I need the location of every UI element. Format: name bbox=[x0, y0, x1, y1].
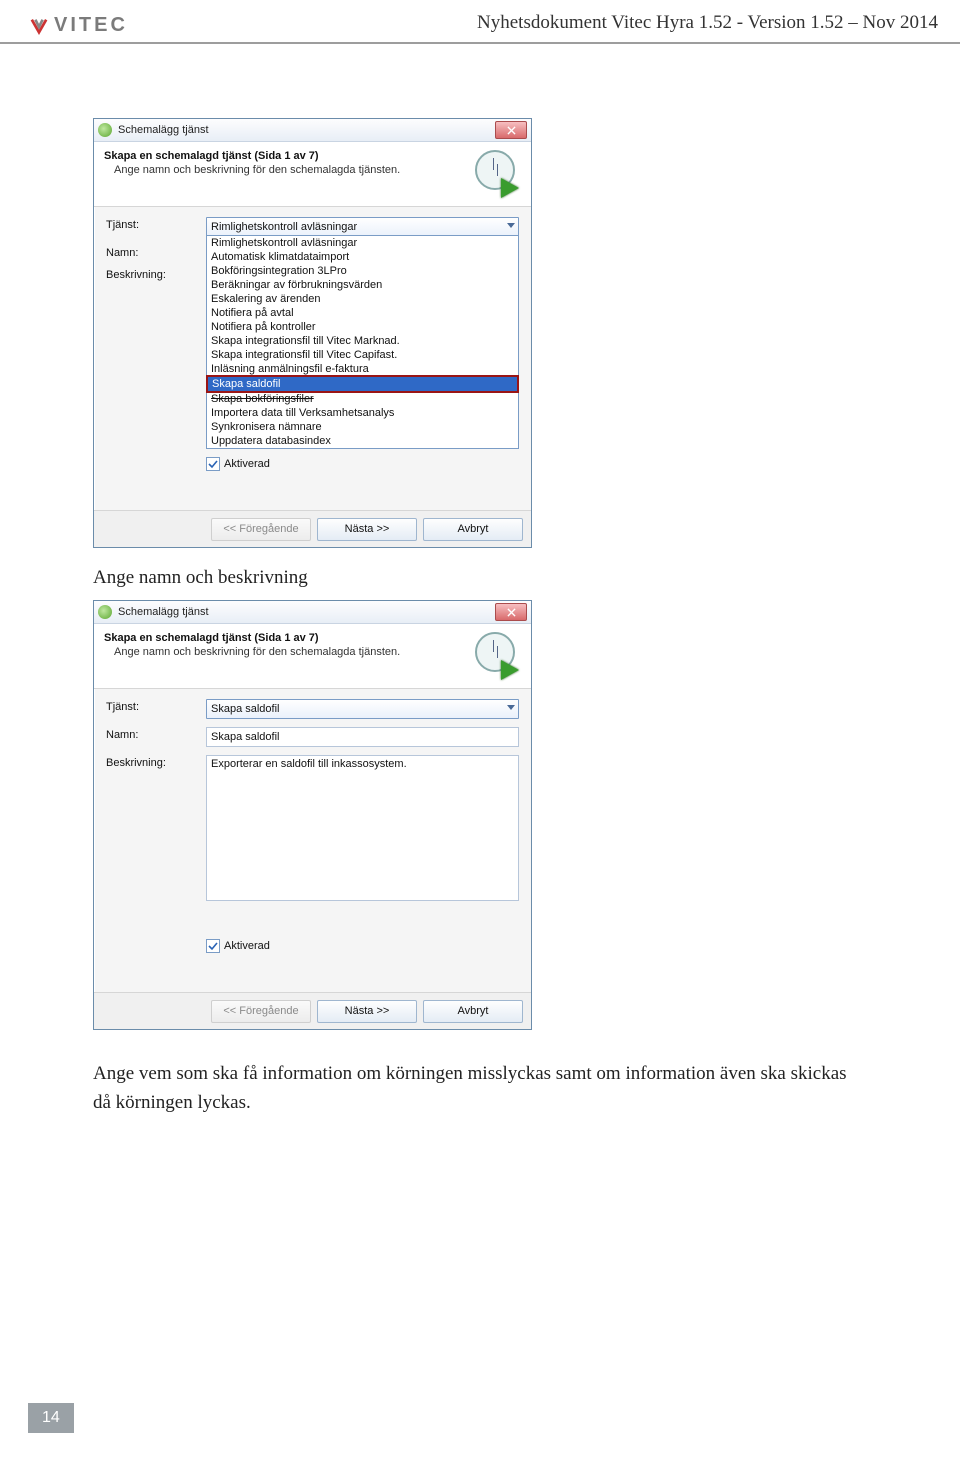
dropdown-item[interactable]: Eskalering av ärenden bbox=[207, 292, 518, 306]
schedule-service-dialog-2: Schemalägg tjänst Skapa en schemalagd tj… bbox=[93, 600, 532, 1030]
cancel-button[interactable]: Avbryt bbox=[423, 518, 523, 541]
dialog-footer: << Föregående Nästa >> Avbryt bbox=[94, 992, 531, 1029]
dialog-subheading: Ange namn och beskrivning för den schema… bbox=[114, 164, 469, 176]
description-label: Beskrivning: bbox=[106, 755, 206, 901]
dropdown-item[interactable]: Synkronisera nämnare bbox=[207, 420, 518, 434]
service-combobox[interactable]: Rimlighetskontroll avläsningar bbox=[206, 217, 519, 237]
schedule-service-dialog-1: Schemalägg tjänst Skapa en schemalagd tj… bbox=[93, 118, 532, 548]
dialog-subheading: Ange namn och beskrivning för den schema… bbox=[114, 646, 469, 658]
page-header: VITEC Nyhetsdokument Vitec Hyra 1.52 - V… bbox=[0, 8, 960, 44]
check-icon bbox=[208, 459, 218, 469]
dropdown-item[interactable]: Beräkningar av förbrukningsvärden bbox=[207, 278, 518, 292]
service-combobox[interactable]: Skapa saldofil bbox=[206, 699, 519, 719]
check-icon bbox=[208, 941, 218, 951]
dropdown-item[interactable]: Notifiera på kontroller bbox=[207, 320, 518, 334]
dropdown-item-selected[interactable]: Skapa saldofil bbox=[208, 377, 517, 391]
close-icon bbox=[507, 608, 516, 617]
dropdown-item[interactable]: Inläsning anmälningsfil e-faktura bbox=[207, 362, 518, 376]
chevron-down-icon bbox=[507, 223, 515, 228]
name-input-value: Skapa saldofil bbox=[211, 731, 280, 743]
activated-label: Aktiverad bbox=[224, 458, 270, 470]
service-dropdown-list[interactable]: Rimlighetskontroll avläsningar Automatis… bbox=[206, 235, 519, 449]
dropdown-item[interactable]: Uppdatera databasindex bbox=[207, 434, 518, 448]
dialog-heading: Skapa en schemalagd tjänst (Sida 1 av 7) bbox=[104, 632, 469, 644]
dialog-title: Schemalägg tjänst bbox=[118, 606, 209, 618]
activated-label: Aktiverad bbox=[224, 940, 270, 952]
name-label: Namn: bbox=[106, 245, 206, 259]
service-label: Tjänst: bbox=[106, 699, 206, 719]
task-icon bbox=[98, 605, 112, 619]
previous-button: << Föregående bbox=[211, 518, 311, 541]
previous-button: << Föregående bbox=[211, 1000, 311, 1023]
dropdown-item[interactable]: Automatisk klimatdataimport bbox=[207, 250, 518, 264]
name-input[interactable]: Skapa saldofil bbox=[206, 727, 519, 747]
description-label: Beskrivning: bbox=[106, 267, 206, 281]
dialog-heading: Skapa en schemalagd tjänst (Sida 1 av 7) bbox=[104, 150, 469, 162]
vitec-logo-icon bbox=[30, 17, 48, 35]
dropdown-item[interactable]: Skapa integrationsfil till Vitec Marknad… bbox=[207, 334, 518, 348]
close-button[interactable] bbox=[495, 121, 527, 139]
dialog-header-panel: Skapa en schemalagd tjänst (Sida 1 av 7)… bbox=[94, 624, 531, 689]
close-button[interactable] bbox=[495, 603, 527, 621]
page-header-title: Nyhetsdokument Vitec Hyra 1.52 - Version… bbox=[477, 12, 938, 34]
cancel-button[interactable]: Avbryt bbox=[423, 1000, 523, 1023]
schedule-clock-icon bbox=[469, 632, 521, 678]
name-label: Namn: bbox=[106, 727, 206, 747]
vitec-logo: VITEC bbox=[30, 14, 128, 37]
next-button[interactable]: Nästa >> bbox=[317, 1000, 417, 1023]
service-combobox-value: Skapa saldofil bbox=[211, 703, 280, 715]
dropdown-item[interactable]: Bokföringsintegration 3LPro bbox=[207, 264, 518, 278]
dropdown-item[interactable]: Rimlighetskontroll avläsningar bbox=[207, 236, 518, 250]
schedule-clock-icon bbox=[469, 150, 521, 196]
dialog-footer: << Föregående Nästa >> Avbryt bbox=[94, 510, 531, 547]
next-button[interactable]: Nästa >> bbox=[317, 518, 417, 541]
dialog-header-panel: Skapa en schemalagd tjänst (Sida 1 av 7)… bbox=[94, 142, 531, 207]
chevron-down-icon bbox=[507, 705, 515, 710]
dropdown-item[interactable]: Skapa bokföringsfiler bbox=[207, 392, 518, 406]
caption-1: Ange namn och beskrivning bbox=[93, 567, 308, 589]
dialog-titlebar[interactable]: Schemalägg tjänst bbox=[94, 601, 531, 624]
vitec-logo-text: VITEC bbox=[54, 14, 128, 37]
dialog-title: Schemalägg tjänst bbox=[118, 124, 209, 136]
service-label: Tjänst: bbox=[106, 217, 206, 237]
close-icon bbox=[507, 126, 516, 135]
dropdown-item[interactable]: Skapa integrationsfil till Vitec Capifas… bbox=[207, 348, 518, 362]
task-icon bbox=[98, 123, 112, 137]
activated-checkbox[interactable]: Aktiverad bbox=[206, 939, 270, 953]
description-textarea[interactable]: Exporterar en saldofil till inkassosyste… bbox=[206, 755, 519, 901]
activated-checkbox[interactable]: Aktiverad bbox=[206, 457, 270, 471]
page-number: 14 bbox=[28, 1403, 74, 1433]
dropdown-item[interactable]: Importera data till Verksamhetsanalys bbox=[207, 406, 518, 420]
dialog-titlebar[interactable]: Schemalägg tjänst bbox=[94, 119, 531, 142]
dropdown-item[interactable]: Notifiera på avtal bbox=[207, 306, 518, 320]
caption-2: Ange vem som ska få information om körni… bbox=[93, 1060, 853, 1117]
description-value: Exporterar en saldofil till inkassosyste… bbox=[211, 758, 407, 770]
service-combobox-value: Rimlighetskontroll avläsningar bbox=[211, 221, 357, 233]
